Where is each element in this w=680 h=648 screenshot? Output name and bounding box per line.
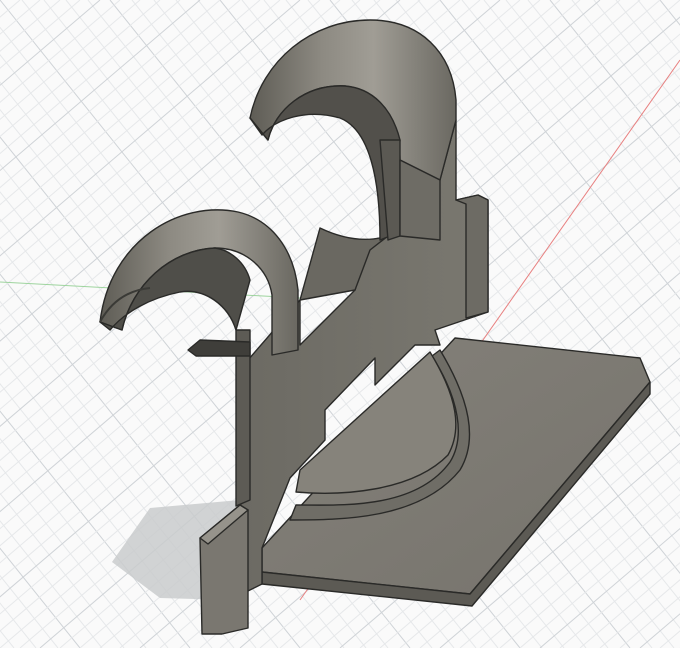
viewport-canvas[interactable]	[0, 0, 680, 648]
3d-viewport[interactable]	[0, 0, 680, 648]
front-hook-lip	[187, 339, 251, 357]
